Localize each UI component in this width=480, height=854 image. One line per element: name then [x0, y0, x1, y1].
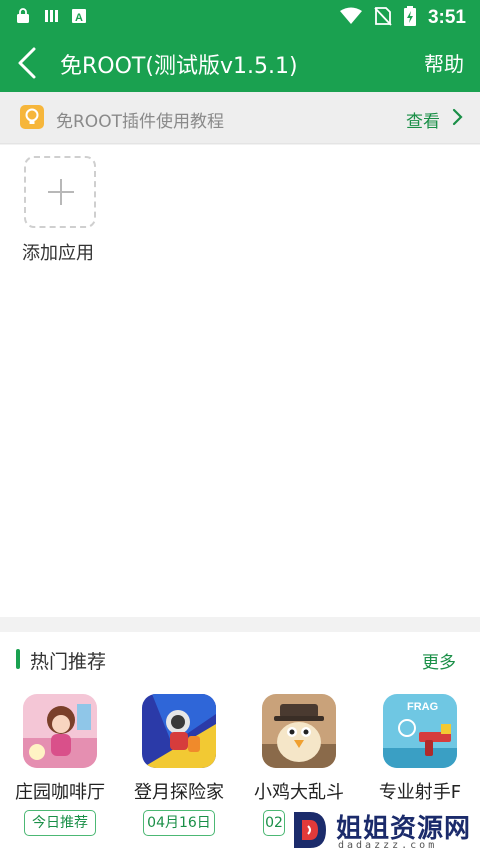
svg-text:A: A: [75, 12, 83, 24]
app-icon-chicken[interactable]: [262, 694, 336, 768]
add-app-button[interactable]: [24, 156, 96, 228]
watermark-url: dadazzz.com: [338, 840, 438, 851]
app-name: 庄园咖啡厅: [15, 782, 105, 803]
watermark-logo-icon: [290, 808, 330, 852]
app-tag: 02: [263, 810, 285, 836]
lightbulb-icon: [20, 105, 44, 129]
page-title: 免ROOT(测试版v1.5.1): [60, 54, 298, 79]
section-title: 热门推荐: [30, 651, 107, 673]
watermark: 姐姐资源网 dadazzz.com: [288, 806, 480, 854]
help-button[interactable]: 帮助: [424, 48, 464, 77]
view-tutorial-link[interactable]: 查看: [406, 107, 440, 132]
tutorial-text: 免ROOT插件使用教程: [56, 112, 224, 132]
app-list-area: 添加应用: [0, 145, 480, 617]
svg-text:FRAG: FRAG: [407, 701, 438, 713]
app-name: 专业射手F: [378, 782, 462, 803]
status-time: 3:51: [427, 7, 466, 28]
chevron-right-icon[interactable]: [450, 106, 466, 128]
app-icon-moon[interactable]: [142, 694, 216, 768]
app-name: 登月探险家: [134, 782, 224, 803]
add-app-label: 添加应用: [22, 243, 94, 264]
more-button[interactable]: 更多: [422, 648, 456, 673]
app-tag: 今日推荐: [24, 810, 96, 836]
text-a-icon: A: [72, 8, 86, 24]
lock-notification-icon: [16, 8, 30, 24]
status-bar: A 3:51: [0, 0, 480, 34]
battery-icon: [403, 6, 416, 30]
app-icon-coffee[interactable]: [23, 694, 97, 768]
library-icon: [44, 8, 58, 24]
app-bar: 免ROOT(测试版v1.5.1) 帮助: [0, 34, 480, 92]
section-accent-bar: [16, 649, 20, 669]
wifi-icon: [339, 7, 362, 29]
app-name: 小鸡大乱斗: [254, 782, 344, 803]
no-sim-icon: [374, 6, 392, 30]
app-icon-shooter[interactable]: FRAG: [383, 694, 457, 768]
back-arrow-icon[interactable]: [12, 44, 48, 82]
tutorial-banner[interactable]: 免ROOT插件使用教程 查看: [0, 92, 480, 144]
app-tag: 04月16日: [143, 810, 215, 836]
